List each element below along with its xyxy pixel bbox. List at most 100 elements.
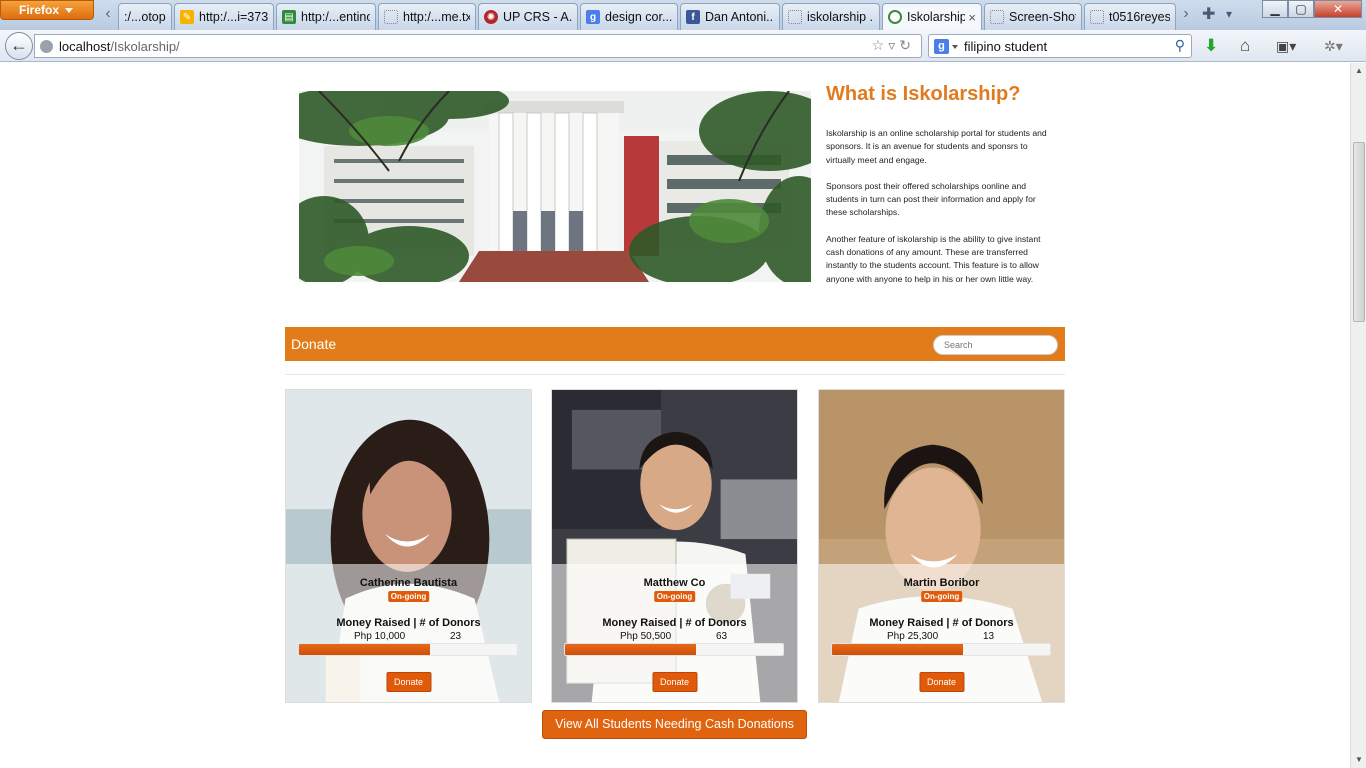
donor-count: 13 bbox=[983, 631, 995, 642]
donate-button[interactable]: Donate bbox=[918, 672, 965, 692]
bookmarks-icon[interactable]: ▣▾ bbox=[1276, 38, 1296, 55]
tab-scroll-left-icon[interactable]: ‹ bbox=[100, 4, 116, 26]
tab-label: UP CRS - A... bbox=[503, 10, 572, 24]
loading-icon bbox=[888, 10, 902, 24]
tab-1[interactable]: ✎ http:/...i=373 bbox=[174, 3, 274, 30]
donor-count: 63 bbox=[716, 631, 728, 642]
view-all-students-button[interactable]: View All Students Needing Cash Donations bbox=[542, 710, 807, 739]
reload-icon[interactable]: ↻ bbox=[899, 37, 915, 53]
home-icon[interactable]: ⌂ bbox=[1240, 36, 1250, 56]
student-card: Catherine Bautista On-going Money Raised… bbox=[285, 389, 532, 703]
campus-building-illustration bbox=[299, 91, 811, 282]
tab-strip: :/...otope ✎ http:/...i=373 ▤ http:/...ent… bbox=[118, 3, 1178, 30]
list-all-tabs-icon[interactable]: ▾ bbox=[1226, 7, 1232, 21]
vertical-scrollbar[interactable]: ▲ ▼ bbox=[1350, 63, 1366, 768]
tab-6[interactable]: f Dan Antoni... bbox=[680, 3, 780, 30]
url-text[interactable]: localhost/Iskolarship/ bbox=[59, 39, 180, 54]
donate-section-title: Donate bbox=[291, 336, 337, 352]
back-arrow-icon: ← bbox=[10, 35, 28, 55]
money-raised-label: Money Raised | # of Donors bbox=[602, 617, 747, 629]
donor-count: 23 bbox=[450, 631, 462, 642]
globe-icon bbox=[40, 40, 53, 53]
student-card: Matthew Co On-going Money Raised | # of … bbox=[551, 389, 798, 703]
minimize-icon[interactable]: ▁ bbox=[1262, 0, 1288, 18]
section-divider bbox=[285, 374, 1065, 375]
student-name: Catherine Bautista bbox=[359, 577, 458, 589]
tab-label: t0516reyes-... bbox=[1109, 10, 1170, 24]
status-badge: On-going bbox=[653, 591, 696, 602]
tab-2[interactable]: ▤ http:/...entino bbox=[276, 3, 376, 30]
tab-label: http:/...me.txt bbox=[403, 10, 470, 24]
search-bar[interactable]: g filipino student ⚲ bbox=[928, 34, 1192, 58]
addon-bug-icon[interactable]: ✲▾ bbox=[1324, 38, 1343, 55]
donate-header-bar: Donate bbox=[285, 327, 1065, 361]
search-input[interactable]: filipino student bbox=[964, 39, 1047, 54]
url-host: localhost bbox=[59, 39, 111, 54]
blank-page-icon bbox=[788, 10, 802, 24]
tab-label: http:/...i=373 bbox=[199, 10, 268, 24]
url-bar-icons: ☆▿↻ bbox=[872, 37, 915, 54]
maximize-icon[interactable]: ▢ bbox=[1288, 0, 1314, 18]
tab-4[interactable]: ✺ UP CRS - A... bbox=[478, 3, 578, 30]
tab-0[interactable]: :/...otope bbox=[118, 3, 172, 30]
tab-label: iskolarship ... bbox=[807, 10, 874, 24]
tab-3[interactable]: http:/...me.txt bbox=[378, 3, 476, 30]
chevron-down-icon bbox=[65, 8, 74, 14]
money-raised-label: Money Raised | # of Donors bbox=[869, 617, 1014, 629]
tab-9[interactable]: Screen-Shot... bbox=[984, 3, 1082, 30]
pencil-icon: ✎ bbox=[180, 10, 194, 24]
money-raised-value: Php 25,300 bbox=[887, 631, 939, 642]
tab-label: design cor... bbox=[605, 10, 672, 24]
close-tab-icon[interactable]: × bbox=[968, 10, 976, 25]
new-tab-icon[interactable]: ✚ bbox=[1202, 4, 1215, 24]
google-icon: g bbox=[586, 10, 600, 24]
about-paragraph: Iskolarship is an online scholarship por… bbox=[826, 128, 1047, 165]
scrollbar-thumb[interactable] bbox=[1353, 142, 1365, 322]
about-paragraph: Sponsors post their offered scholarships… bbox=[826, 180, 1036, 218]
blank-page-icon bbox=[1090, 10, 1104, 24]
campus-building-image bbox=[299, 91, 811, 282]
scroll-down-icon[interactable]: ▼ bbox=[1351, 752, 1366, 768]
student-search-input[interactable] bbox=[933, 335, 1058, 355]
url-bar[interactable]: localhost/Iskolarship/ ☆▿↻ bbox=[34, 34, 922, 58]
navigation-toolbar: localhost/Iskolarship/ ☆▿↻ ← g filipino … bbox=[0, 30, 1366, 62]
history-dropdown-icon[interactable]: ▿ bbox=[888, 37, 899, 53]
tab-scroll-right-icon[interactable]: › bbox=[1178, 4, 1194, 26]
student-name: Martin Boribor bbox=[903, 577, 980, 589]
money-raised-value: Php 50,500 bbox=[620, 631, 672, 642]
blank-page-icon bbox=[990, 10, 1004, 24]
tab-label: Dan Antoni... bbox=[705, 10, 774, 24]
facebook-icon: f bbox=[686, 10, 700, 24]
google-icon[interactable]: g bbox=[934, 39, 949, 54]
progress-fill bbox=[832, 644, 963, 655]
firefox-menu-label: Firefox bbox=[19, 3, 60, 17]
firefox-menu-button[interactable]: Firefox bbox=[0, 0, 94, 20]
scroll-up-icon[interactable]: ▲ bbox=[1351, 63, 1366, 79]
donation-progress-bar bbox=[564, 643, 784, 656]
donate-button[interactable]: Donate bbox=[385, 672, 432, 692]
tab-10[interactable]: t0516reyes-... bbox=[1084, 3, 1176, 30]
tab-label: :/...otope bbox=[124, 10, 166, 24]
close-window-icon[interactable]: ✕ bbox=[1314, 0, 1362, 18]
donation-progress-bar bbox=[298, 643, 518, 656]
money-raised-label: Money Raised | # of Donors bbox=[336, 617, 481, 629]
tab-label: http:/...entino bbox=[301, 10, 370, 24]
bookmark-star-icon[interactable]: ☆ bbox=[872, 37, 889, 53]
student-name: Matthew Co bbox=[643, 577, 706, 589]
tab-iskolarship-active[interactable]: Iskolarship × bbox=[882, 3, 982, 30]
download-arrow-icon[interactable]: ⬇ bbox=[1204, 36, 1218, 56]
up-seal-icon: ✺ bbox=[484, 10, 498, 24]
tab-label: Screen-Shot... bbox=[1009, 10, 1076, 24]
status-badge: On-going bbox=[920, 591, 963, 602]
status-badge: On-going bbox=[387, 591, 430, 602]
progress-fill bbox=[565, 644, 696, 655]
back-button[interactable]: ← bbox=[5, 32, 33, 60]
tab-7[interactable]: iskolarship ... bbox=[782, 3, 880, 30]
search-icon[interactable]: ⚲ bbox=[1175, 37, 1185, 54]
chevron-down-icon[interactable] bbox=[952, 45, 958, 49]
blank-page-icon bbox=[384, 10, 398, 24]
tab-5[interactable]: g design cor... bbox=[580, 3, 678, 30]
browser-tab-bar: Firefox ‹ :/...otope ✎ http:/...i=373 ▤ ht… bbox=[0, 0, 1366, 30]
page-content: What is Iskolarship? Iskolarship is an o… bbox=[0, 63, 1350, 768]
donate-button[interactable]: Donate bbox=[651, 672, 698, 692]
